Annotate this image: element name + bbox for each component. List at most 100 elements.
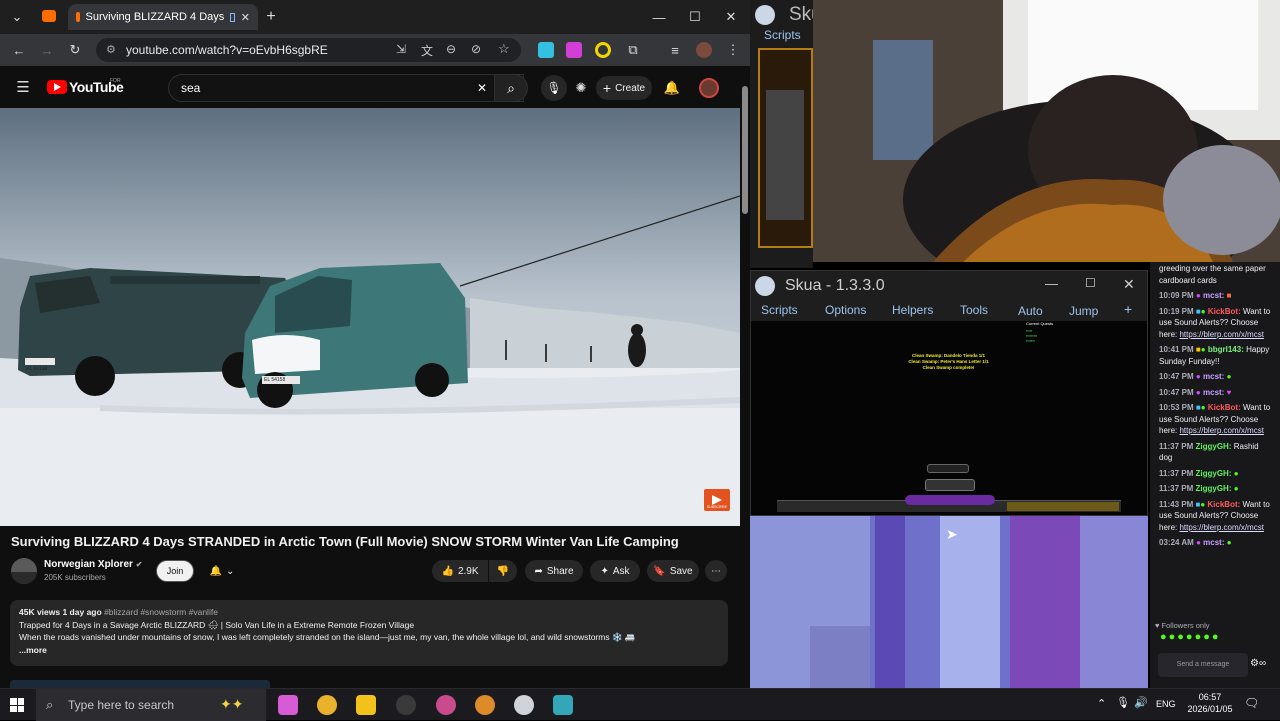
address-bar[interactable]: ⚙ youtube.com/watch?v=oEvbH6sgbRE ⇲ 文 ⊖ … <box>96 38 521 62</box>
show-more-link[interactable]: ...more <box>19 644 719 657</box>
chat-user[interactable]: mcst: <box>1203 291 1224 300</box>
tab-group-icon[interactable] <box>42 10 56 22</box>
join-button[interactable]: Join <box>156 560 194 582</box>
share-button[interactable]: ➦ Share <box>525 560 583 582</box>
microphone-icon[interactable]: 🎙 <box>541 75 567 101</box>
chat-user[interactable]: bbgrl143: <box>1208 345 1244 354</box>
taskbar-chrome2-icon[interactable] <box>475 695 495 715</box>
hamburger-menu-icon[interactable]: ☰ <box>12 76 34 98</box>
chat-user[interactable]: mcst: <box>1203 538 1224 547</box>
tray-volume-icon[interactable]: 🔊 <box>1134 696 1148 709</box>
toolbar-icons[interactable] <box>1007 502 1119 511</box>
dislike-button[interactable]: 👎 <box>489 560 517 582</box>
windows-start-icon[interactable] <box>10 698 24 712</box>
install-icon[interactable]: ⇲ <box>396 42 406 56</box>
tray-mic-icon[interactable]: 🎙 <box>1116 696 1130 709</box>
tab-close-icon[interactable]: ✕ <box>241 11 250 24</box>
video-player[interactable]: KL 94158 EL 54158 SUBSCRIBE <box>0 108 740 526</box>
next-video-thumbnail[interactable] <box>10 680 270 688</box>
tab-search-icon[interactable]: ⌄ <box>6 6 28 28</box>
create-button[interactable]: + Create <box>596 76 652 100</box>
taskbar-snip-icon[interactable] <box>436 695 456 715</box>
save-button[interactable]: 🔖 Save <box>647 560 699 582</box>
chrome-menu-icon[interactable]: ⋮ <box>722 39 744 61</box>
game-viewport[interactable]: Current Quests ▪▪▪▪▪ ▪▪▪▪▪▪▪▪▪ ▪▪▪▪▪▪▪ Cle… <box>751 321 1147 515</box>
chat-message-input[interactable]: Send a message <box>1158 653 1248 677</box>
channel-name[interactable]: Norwegian Xplorer ✔ <box>44 559 142 570</box>
taskbar-search-box[interactable]: ⌕ Type here to search ✦✦ <box>36 689 266 721</box>
skua-close-icon[interactable]: ✕ <box>1123 276 1135 293</box>
youtube-search-input[interactable]: sea ✕ <box>168 74 524 102</box>
chat-settings-icon[interactable]: ⚙∞ <box>1250 658 1266 670</box>
scrollbar-thumb[interactable] <box>742 86 748 214</box>
subscribe-notifications-button[interactable]: 🔔 ⌄ <box>199 560 245 582</box>
language-indicator[interactable]: ENG <box>1156 699 1176 709</box>
minimize-icon[interactable]: — <box>648 6 670 28</box>
chat-user[interactable]: mcst: <box>1203 388 1224 397</box>
media-control-icon[interactable]: ≡ <box>664 39 686 61</box>
extensions-puzzle-icon[interactable]: ⧉ <box>622 39 644 61</box>
chat-user[interactable]: ZiggyGH: <box>1195 469 1231 478</box>
skua-minimize-icon[interactable]: — <box>1045 276 1058 291</box>
eye-off-icon[interactable]: ⊘ <box>471 42 481 56</box>
maximize-icon[interactable]: ☐ <box>684 6 706 28</box>
skua-menu-tools[interactable]: Tools <box>960 303 988 317</box>
description-box[interactable]: 45K views 1 day ago #blizzard #snowstorm… <box>10 600 728 666</box>
chat-link[interactable]: https://blerp.com/x/mcst <box>1179 330 1263 339</box>
close-window-icon[interactable]: ✕ <box>720 6 742 28</box>
taskbar-obs-icon[interactable] <box>396 695 416 715</box>
skua-menu-jump[interactable]: Jump <box>1069 304 1098 318</box>
skua-menu-auto[interactable]: Auto <box>1018 304 1043 318</box>
tray-overflow-icon[interactable]: ⌃ <box>1097 697 1106 710</box>
chat-user[interactable]: ZiggyGH: <box>1195 484 1231 493</box>
game-popup-1[interactable] <box>927 464 969 473</box>
skua-maximize-icon[interactable]: ☐ <box>1085 276 1096 290</box>
extension-1-icon[interactable] <box>538 42 554 58</box>
like-button[interactable]: 👍 2.9K <box>432 560 488 582</box>
account-avatar[interactable] <box>699 78 719 98</box>
taskbar-copilot-icon[interactable] <box>278 695 298 715</box>
game-action-bar[interactable] <box>777 495 1121 512</box>
skua-small-scripts-menu[interactable]: Scripts <box>764 28 801 42</box>
chat-user[interactable]: mcst: <box>1203 372 1224 381</box>
taskbar-app-icon[interactable] <box>553 695 573 715</box>
chat-link[interactable]: https://blerp.com/x/mcst <box>1179 523 1263 532</box>
reload-icon[interactable]: ↻ <box>64 39 86 61</box>
skua-window-background[interactable]: Sku Scripts <box>750 0 813 268</box>
chat-user[interactable]: KickBot: <box>1208 403 1241 412</box>
chat-user[interactable]: KickBot: <box>1207 500 1240 509</box>
new-tab-icon[interactable]: + <box>260 6 282 28</box>
emote-row[interactable]: ●●●●●●● <box>1160 631 1272 646</box>
channel-avatar[interactable] <box>11 558 37 584</box>
ask-button[interactable]: ✦ Ask <box>590 560 640 582</box>
tab-active[interactable]: Surviving BLIZZARD 4 Days ✕ <box>68 4 258 30</box>
hashtags[interactable]: #blizzard #snowstorm #vanlife <box>104 607 218 617</box>
chat-user[interactable]: KickBot: <box>1208 307 1241 316</box>
skua-menu-options[interactable]: Options <box>825 303 866 317</box>
voice-ai-icon[interactable]: ✺ <box>570 77 592 99</box>
subscribe-badge[interactable]: SUBSCRIBE <box>704 505 730 509</box>
notifications-bell-icon[interactable]: 🔔 <box>661 77 683 99</box>
skua-menu-scripts[interactable]: Scripts <box>761 303 798 317</box>
extension-3-icon[interactable] <box>595 42 611 58</box>
chat-link[interactable]: https://blerp.com/x/mcst <box>1179 426 1263 435</box>
profile-avatar-icon[interactable] <box>696 42 712 58</box>
site-info-icon[interactable]: ⚙ <box>106 43 116 56</box>
extension-2-icon[interactable] <box>566 42 582 58</box>
clear-search-icon[interactable]: ✕ <box>477 81 487 95</box>
forward-icon[interactable]: → <box>36 39 58 61</box>
zoom-icon[interactable]: ⊖ <box>446 42 456 56</box>
skua-menu-helpers[interactable]: Helpers <box>892 303 933 317</box>
skua-small-game-view[interactable] <box>758 48 813 248</box>
taskbar-clock[interactable]: 06:57 2026/01/05 <box>1180 691 1240 715</box>
translate-icon[interactable]: 文 <box>421 42 433 59</box>
taskbar-file-explorer-icon[interactable] <box>356 695 376 715</box>
game-popup-2[interactable] <box>925 479 975 491</box>
chat-user[interactable]: ZiggyGH: <box>1195 442 1231 451</box>
skua-menu-add[interactable]: + <box>1124 301 1132 317</box>
page-scrollbar[interactable] <box>740 66 750 688</box>
taskbar-chrome-icon[interactable] <box>317 695 337 715</box>
youtube-logo-icon[interactable] <box>47 80 67 94</box>
search-icon[interactable]: ⌕ <box>494 74 528 102</box>
taskbar-skua-icon[interactable] <box>514 695 534 715</box>
